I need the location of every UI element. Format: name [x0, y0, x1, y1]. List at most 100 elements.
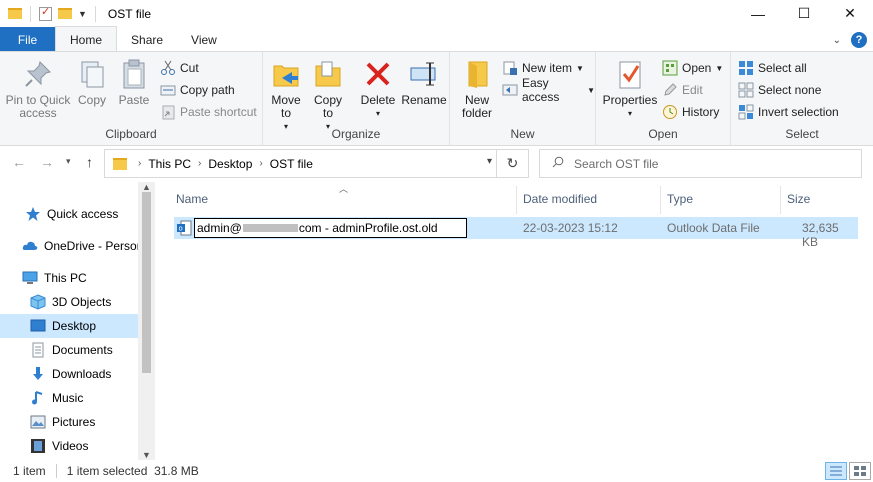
- delete-x-icon: [362, 58, 394, 90]
- nav-item-music[interactable]: Music: [0, 386, 138, 410]
- tab-home[interactable]: Home: [55, 26, 118, 52]
- clipboard-group-label: Clipboard: [105, 127, 157, 141]
- cube-icon: [30, 294, 46, 310]
- copy-to-label: Copy to: [313, 93, 342, 120]
- copy-to-button[interactable]: Copy to ▾: [310, 58, 346, 133]
- breadcrumb-desktop[interactable]: Desktop: [204, 157, 256, 171]
- column-header-date-modified[interactable]: Date modified: [523, 182, 597, 216]
- rename-input[interactable]: admin@ com - adminProfile.ost.old: [194, 218, 467, 238]
- open-button[interactable]: Open ▼: [662, 58, 723, 78]
- forward-arrow-icon[interactable]: →: [40, 154, 54, 170]
- column-header-name[interactable]: Name: [176, 182, 208, 216]
- copy-path-button[interactable]: Copy path: [160, 80, 235, 100]
- copy-label: Copy: [77, 93, 106, 107]
- scrollbar-thumb[interactable]: [142, 192, 151, 373]
- easy-access-button[interactable]: Easy access ▼: [502, 76, 595, 104]
- help-icon[interactable]: ?: [851, 32, 867, 48]
- open-icon: [662, 60, 678, 76]
- tab-view[interactable]: View: [177, 27, 231, 52]
- cloud-icon: [22, 238, 38, 254]
- copy-button[interactable]: Copy: [74, 58, 110, 107]
- nav-item-onedrive[interactable]: OneDrive - Person: [0, 234, 138, 258]
- divider: [55, 464, 57, 478]
- pin-quick-access-button[interactable]: Pin to Quick access: [4, 58, 72, 120]
- rename-button[interactable]: Rename: [401, 58, 447, 107]
- details-view-icon[interactable]: [825, 462, 847, 480]
- nav-item-desktop[interactable]: Desktop: [0, 314, 138, 338]
- cut-button[interactable]: Cut: [160, 58, 199, 78]
- edit-button[interactable]: Edit: [662, 80, 703, 100]
- up-arrow-icon[interactable]: ↑: [86, 154, 93, 170]
- breadcrumb-ost-file[interactable]: OST file: [266, 157, 317, 171]
- document-icon: [30, 342, 46, 358]
- address-bar[interactable]: › This PC › Desktop › OST file ▾ ↻: [104, 149, 529, 178]
- refresh-icon[interactable]: ↻: [496, 150, 528, 177]
- nav-item-pictures[interactable]: Pictures: [0, 410, 138, 434]
- invert-selection-button[interactable]: Invert selection: [738, 102, 839, 122]
- nav-item-3d-objects[interactable]: 3D Objects: [0, 290, 138, 314]
- open-group-label: Open: [648, 127, 678, 141]
- breadcrumb-separator-icon[interactable]: ›: [135, 158, 144, 169]
- invert-selection-label: Invert selection: [758, 105, 839, 119]
- address-history-chevron-icon[interactable]: ▾: [487, 156, 492, 167]
- nav-item-documents[interactable]: Documents: [0, 338, 138, 362]
- properties-icon[interactable]: [39, 5, 52, 21]
- table-row[interactable]: o admin@ com - adminProfile.ost.old 22-03…: [174, 217, 858, 249]
- close-button[interactable]: ✕: [827, 0, 873, 27]
- paste-label: Paste: [118, 93, 150, 107]
- minimize-button[interactable]: —: [735, 0, 781, 27]
- paste-shortcut-button[interactable]: Paste shortcut: [160, 102, 257, 122]
- history-button[interactable]: History: [662, 102, 719, 122]
- tab-file[interactable]: File: [0, 27, 55, 52]
- nav-item-videos[interactable]: Videos: [0, 434, 138, 458]
- tab-share[interactable]: Share: [117, 27, 177, 52]
- organize-group: Move to ▾ Copy to ▾ Delete ▾ Rename Orga…: [263, 52, 450, 145]
- select-all-button[interactable]: Select all: [738, 58, 807, 78]
- scissors-icon: [160, 60, 176, 76]
- paste-shortcut-label: Paste shortcut: [180, 105, 257, 119]
- delete-button[interactable]: Delete ▾: [358, 58, 398, 120]
- select-all-label: Select all: [758, 61, 807, 75]
- recent-locations-chevron-icon[interactable]: ▾: [66, 156, 71, 167]
- breadcrumb-separator-icon[interactable]: ›: [195, 158, 204, 169]
- nav-item-label: Desktop: [52, 319, 97, 333]
- back-arrow-icon[interactable]: ←: [12, 154, 26, 170]
- computer-icon: [22, 270, 38, 286]
- new-item-button[interactable]: New item ▼: [502, 58, 584, 78]
- select-none-button[interactable]: Select none: [738, 80, 821, 100]
- edit-label: Edit: [682, 83, 703, 97]
- nav-pane-scrollbar[interactable]: ▲ ▼: [138, 182, 155, 460]
- breadcrumb-separator-icon[interactable]: ›: [256, 158, 265, 169]
- select-none-label: Select none: [758, 83, 822, 97]
- chevron-down-icon: ▼: [715, 63, 724, 73]
- new-folder-button[interactable]: New folder: [457, 58, 497, 120]
- divider: [516, 186, 517, 214]
- nav-item-quick-access[interactable]: Quick access: [0, 202, 138, 226]
- paste-button[interactable]: Paste: [116, 58, 152, 107]
- search-box[interactable]: Search OST file: [539, 149, 862, 178]
- column-header-size[interactable]: Size: [787, 182, 810, 216]
- new-folder-icon[interactable]: [58, 8, 72, 19]
- maximize-button[interactable]: ☐: [781, 0, 827, 27]
- outlook-data-file-icon: o: [176, 220, 192, 236]
- nav-item-this-pc[interactable]: This PC: [0, 266, 138, 290]
- column-header-type[interactable]: Type: [667, 182, 693, 216]
- properties-label: Properties: [602, 93, 658, 107]
- copy-to-icon: [312, 58, 344, 90]
- large-icons-view-icon[interactable]: [849, 462, 871, 480]
- move-to-button[interactable]: Move to ▾: [268, 58, 304, 133]
- invert-selection-icon: [738, 104, 754, 120]
- window-title: OST file: [107, 6, 152, 21]
- scroll-down-arrow-icon[interactable]: ▼: [142, 450, 151, 460]
- scroll-up-arrow-icon[interactable]: ▲: [142, 182, 151, 192]
- desktop-icon: [30, 318, 46, 334]
- nav-item-downloads[interactable]: Downloads: [0, 362, 138, 386]
- copy-path-label: Copy path: [180, 83, 235, 97]
- breadcrumb-this-pc[interactable]: This PC: [144, 157, 195, 171]
- ribbon-collapse-chevron-icon[interactable]: ⌄: [833, 35, 841, 46]
- folder-icon: [8, 8, 22, 19]
- rename-label: Rename: [401, 93, 447, 107]
- chevron-down-icon[interactable]: ▼: [78, 9, 87, 19]
- nav-item-label: Pictures: [52, 415, 96, 429]
- properties-button[interactable]: Properties ▾: [602, 58, 658, 120]
